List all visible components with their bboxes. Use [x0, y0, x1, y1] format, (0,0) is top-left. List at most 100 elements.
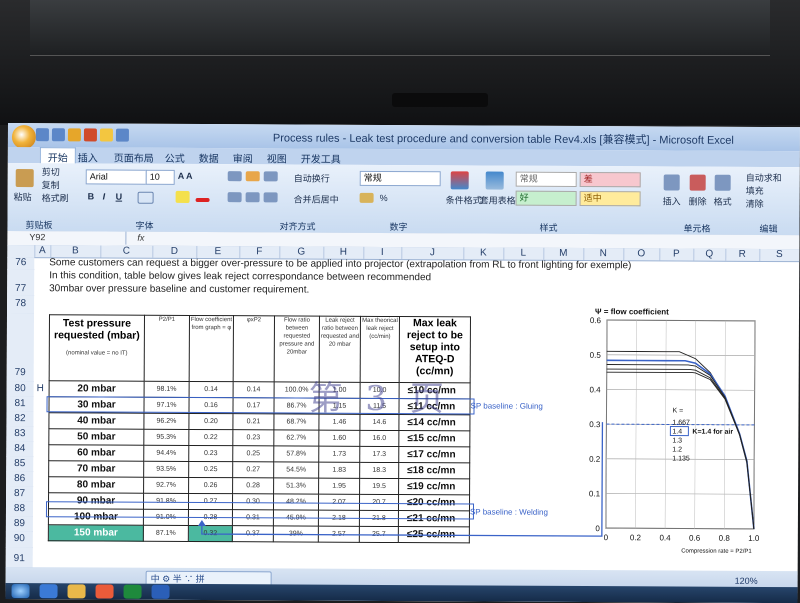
row-header[interactable]: 83	[6, 425, 34, 443]
percent-button[interactable]: %	[380, 193, 388, 203]
align-middle-icon[interactable]	[245, 171, 260, 182]
column-header[interactable]: F	[239, 246, 281, 259]
warning-icon[interactable]	[115, 128, 129, 142]
print-icon[interactable]	[83, 128, 97, 142]
row-header[interactable]: 91	[5, 546, 33, 569]
delete-cells-button[interactable]: 删除	[689, 195, 707, 208]
p2p1-cell[interactable]: 97.1%	[143, 397, 190, 414]
save-icon[interactable]	[35, 128, 49, 142]
insert-cells-button[interactable]: 插入	[663, 194, 681, 207]
font-color-icon[interactable]	[195, 197, 210, 203]
row-header[interactable]: 79	[6, 312, 35, 383]
row-header[interactable]: 87	[6, 485, 34, 503]
italic-button[interactable]: I	[103, 191, 106, 201]
folder-icon[interactable]	[99, 128, 113, 142]
delete-cells-icon[interactable]	[689, 174, 706, 191]
cut-button[interactable]: 剪切	[42, 165, 60, 178]
number-format-combo[interactable]: 常规	[359, 170, 441, 187]
conditional-format-icon[interactable]	[450, 171, 469, 190]
column-header[interactable]: C	[100, 245, 154, 258]
test-pressure-cell[interactable]: 40 mbar	[48, 412, 144, 430]
currency-icon[interactable]	[359, 192, 374, 203]
media-icon[interactable]	[95, 584, 114, 599]
tab-developer[interactable]: 开发工具	[301, 151, 341, 166]
tab-view[interactable]: 视图	[267, 150, 287, 165]
format-painter-button[interactable]: 格式刷	[42, 191, 69, 204]
column-header[interactable]: N	[583, 248, 625, 261]
start-icon[interactable]	[11, 584, 30, 599]
style-neutral[interactable]: 适中	[579, 190, 641, 207]
column-header[interactable]: E	[196, 245, 241, 259]
column-header[interactable]: K	[463, 247, 505, 260]
zoom-level[interactable]: 120%	[735, 576, 758, 586]
format-cells-icon[interactable]	[714, 174, 731, 191]
column-header[interactable]: D	[152, 245, 198, 258]
tab-formulas[interactable]: 公式	[165, 150, 185, 165]
column-header[interactable]: Q	[693, 248, 727, 261]
tab-data[interactable]: 数据	[199, 150, 219, 165]
font-name-combo[interactable]: Arial	[85, 169, 147, 185]
bold-button[interactable]: B	[88, 191, 95, 201]
fx-icon[interactable]: fx	[137, 232, 144, 245]
ie-icon[interactable]	[39, 584, 58, 599]
insert-cells-icon[interactable]	[663, 174, 680, 191]
tab-page-layout[interactable]: 页面布局	[114, 150, 154, 165]
tab-review[interactable]: 审阅	[233, 150, 253, 165]
border-icon[interactable]	[137, 191, 154, 204]
phi-p2-cell[interactable]: 0.17	[232, 397, 275, 414]
align-left-icon[interactable]	[227, 192, 242, 203]
font-grow-icon[interactable]: A A	[178, 171, 193, 181]
paste-icon[interactable]	[15, 169, 34, 188]
column-header[interactable]: M	[543, 247, 585, 261]
clear-button[interactable]: 清除	[746, 197, 764, 210]
column-header[interactable]: J	[401, 247, 465, 260]
copy-button[interactable]: 复制	[42, 178, 60, 191]
test-pressure-cell[interactable]: 70 mbar	[48, 460, 144, 478]
p2p1-cell[interactable]: 94.4%	[143, 445, 189, 462]
row-header[interactable]: 85	[6, 455, 34, 473]
column-header[interactable]: A	[34, 245, 52, 258]
column-header[interactable]: I	[363, 246, 403, 260]
row-header[interactable]: 81	[6, 395, 34, 413]
paste-button[interactable]: 粘贴	[14, 190, 32, 203]
row-header[interactable]: 77	[7, 268, 35, 297]
row-header[interactable]: 84	[6, 440, 34, 458]
test-pressure-cell[interactable]: 50 mbar	[48, 428, 144, 446]
select-all-corner[interactable]	[7, 244, 36, 258]
conditional-format-button[interactable]: 条件格式	[446, 193, 482, 206]
row-header[interactable]: 86	[6, 470, 34, 488]
row-header[interactable]: 80	[6, 380, 34, 398]
p2p1-cell[interactable]: 91.8%	[143, 493, 189, 510]
phi-p2-cell[interactable]: 0.14	[233, 381, 275, 398]
table-format-icon[interactable]	[485, 171, 504, 190]
test-pressure-cell[interactable]: 20 mbar	[49, 380, 145, 398]
row-header[interactable]: 90	[5, 530, 33, 549]
underline-button[interactable]: U	[116, 192, 123, 202]
style-normal[interactable]: 常规	[515, 171, 577, 187]
row-header[interactable]: 82	[6, 410, 34, 428]
p2p1-cell[interactable]: 92.7%	[143, 477, 189, 494]
test-pressure-cell[interactable]: 30 mbar	[48, 396, 145, 414]
column-header[interactable]: L	[503, 247, 545, 260]
test-pressure-cell[interactable]: 100 mbar	[48, 508, 144, 526]
column-header[interactable]: B	[50, 245, 102, 258]
explorer-icon[interactable]	[67, 584, 86, 599]
excel-taskbar-icon[interactable]	[123, 584, 142, 599]
tab-insert[interactable]: 插入	[78, 149, 98, 164]
column-header[interactable]: O	[623, 248, 661, 261]
align-top-icon[interactable]	[227, 171, 242, 182]
row-header[interactable]: 78	[6, 294, 35, 315]
test-pressure-cell[interactable]: 150 mbar	[48, 524, 144, 542]
align-bottom-icon[interactable]	[263, 171, 278, 182]
align-right-icon[interactable]	[263, 192, 278, 203]
font-size-combo[interactable]: 10	[145, 169, 175, 185]
format-cells-button[interactable]: 格式	[714, 195, 732, 208]
p2p1-cell[interactable]: 91.0%	[143, 509, 189, 526]
column-header[interactable]: P	[659, 248, 695, 261]
test-pressure-cell[interactable]: 90 mbar	[48, 492, 144, 510]
style-good[interactable]: 好	[515, 190, 577, 206]
test-pressure-cell[interactable]: 60 mbar	[48, 444, 144, 462]
p2p1-cell[interactable]: 93.5%	[143, 461, 189, 478]
test-pressure-cell[interactable]: 80 mbar	[48, 476, 144, 494]
p2p1-cell[interactable]: 98.1%	[144, 381, 190, 398]
